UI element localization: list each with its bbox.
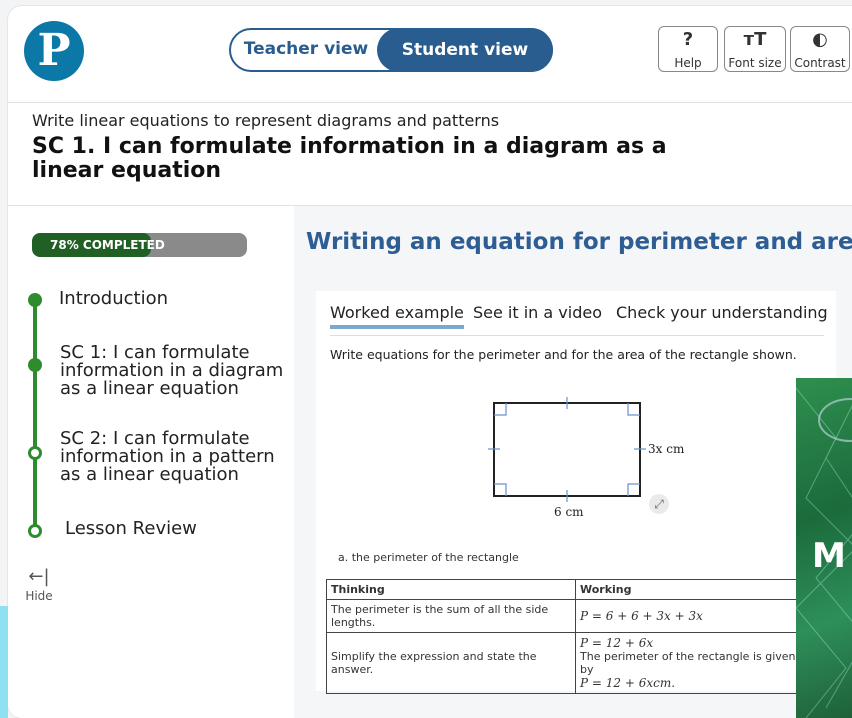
- working-cell: P = 12 + 6x The perimeter of the rectang…: [575, 632, 808, 694]
- thinking-cell: The perimeter is the sum of all the side…: [326, 599, 576, 633]
- cover-title-text: M: [812, 536, 846, 576]
- section-title: Writing an equation for perimeter and ar…: [306, 229, 852, 255]
- nav-dot-incomplete: [28, 446, 42, 460]
- nav-dot-complete: [28, 293, 42, 307]
- contrast-label: Contrast: [794, 56, 846, 70]
- right-angle-mark: [627, 483, 640, 496]
- sidebar-item-sc2[interactable]: SC 2: I can formulate information in a p…: [60, 430, 285, 484]
- font-size-icon: ᴛT: [743, 29, 767, 50]
- right-angle-mark: [627, 403, 640, 416]
- lesson-sidebar: 78% COMPLETED Introduction SC 1: I can f…: [8, 206, 293, 718]
- working-line: P = 12 + 6x: [580, 636, 654, 650]
- arrow-left-icon: ←|: [28, 566, 50, 587]
- worked-example-panel: Worked example See it in a video Check y…: [316, 291, 836, 694]
- contrast-icon: ◐: [812, 29, 828, 50]
- height-label: 3x cm: [648, 442, 685, 456]
- tab-see-it-in-a-video[interactable]: See it in a video: [473, 303, 602, 322]
- width-label: 6 cm: [554, 505, 584, 519]
- sidebar-item-introduction[interactable]: Introduction: [59, 290, 279, 308]
- table-row: The perimeter is the sum of all the side…: [326, 599, 808, 633]
- help-button[interactable]: ? Help: [658, 26, 718, 72]
- main-content: Writing an equation for perimeter and ar…: [294, 206, 852, 718]
- lesson-title-area: Write linear equations to represent diag…: [8, 103, 852, 206]
- progress-track: [33, 299, 37, 527]
- nav-dot-incomplete: [28, 524, 42, 538]
- content-tabs: Worked example See it in a video Check y…: [330, 291, 828, 336]
- right-angle-mark: [494, 403, 507, 416]
- progress-bar: 78% COMPLETED: [32, 233, 247, 257]
- pearson-logo[interactable]: P: [24, 21, 84, 81]
- background-strip: [0, 606, 8, 718]
- hide-sidebar-button[interactable]: ←| Hide: [24, 566, 54, 603]
- instruction-text: Write equations for the perimeter and fo…: [330, 347, 797, 362]
- student-view-button[interactable]: Student view: [377, 28, 553, 72]
- table-row: Simplify the expression and state the an…: [326, 632, 808, 694]
- contrast-button[interactable]: ◐ Contrast: [790, 26, 850, 72]
- app-window: P Teacher view Student view ? Help ᴛT Fo…: [8, 6, 852, 718]
- question-icon: ?: [682, 29, 694, 50]
- sidebar-item-sc1[interactable]: SC 1: I can formulate information in a d…: [60, 344, 285, 398]
- column-header-working: Working: [575, 579, 808, 600]
- top-header: P Teacher view Student view ? Help ᴛT Fo…: [8, 6, 852, 103]
- help-label: Help: [674, 56, 702, 70]
- right-angle-mark: [494, 483, 507, 496]
- working-line: P = 12 + 6xcm.: [580, 676, 676, 690]
- worked-solution-table: Thinking Working The perimeter is the su…: [326, 579, 808, 694]
- font-size-button[interactable]: ᴛT Font size: [724, 26, 786, 72]
- sidebar-item-lesson-review[interactable]: Lesson Review: [65, 520, 265, 538]
- hide-label: Hide: [25, 589, 53, 603]
- table-header-row: Thinking Working: [326, 579, 808, 600]
- tab-check-your-understanding[interactable]: Check your understanding: [616, 303, 828, 322]
- tab-worked-example[interactable]: Worked example: [330, 303, 464, 329]
- column-header-thinking: Thinking: [326, 579, 576, 600]
- book-cover-image: M: [796, 378, 852, 718]
- working-cell: P = 6 + 6 + 3x + 3x: [575, 599, 808, 633]
- rectangle-shape: [493, 402, 641, 497]
- teacher-view-button[interactable]: Teacher view: [231, 30, 381, 70]
- font-size-label: Font size: [728, 56, 782, 70]
- progress-label: 78% COMPLETED: [50, 238, 165, 252]
- view-toggle[interactable]: Teacher view Student view: [229, 28, 553, 72]
- expand-icon[interactable]: ⤢: [649, 494, 669, 514]
- page-title: SC 1. I can formulate information in a d…: [32, 134, 667, 183]
- nav-dot-current: [28, 358, 42, 372]
- lesson-subtitle: Write linear equations to represent diag…: [32, 111, 500, 130]
- question-a: a. the perimeter of the rectangle: [338, 551, 519, 564]
- working-line: The perimeter of the rectangle is given …: [580, 650, 796, 676]
- thinking-cell: Simplify the expression and state the an…: [326, 632, 576, 694]
